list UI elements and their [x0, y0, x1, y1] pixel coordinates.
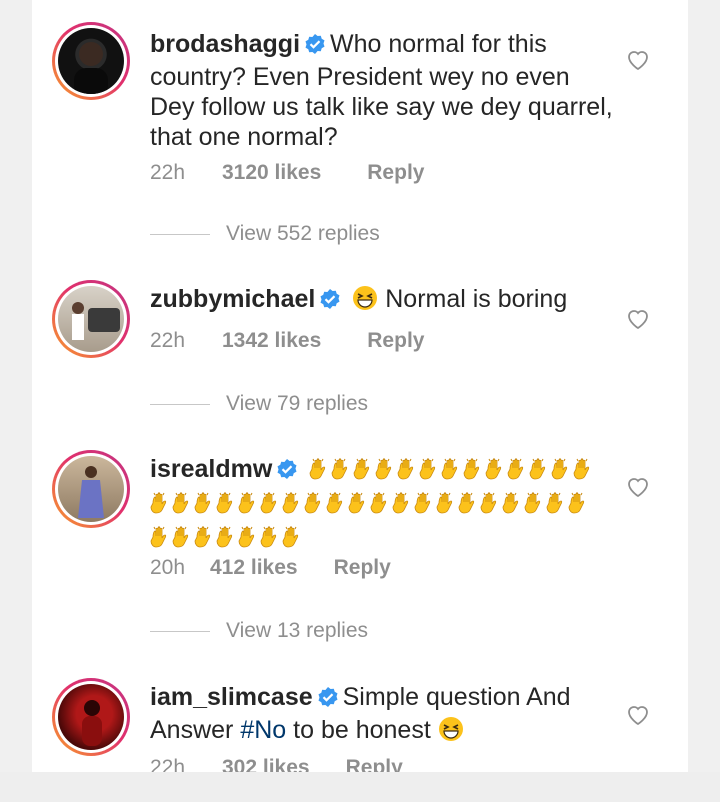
person-red-icon — [82, 700, 102, 746]
heart-icon[interactable] — [626, 49, 650, 71]
divider-line — [150, 233, 210, 235]
raising-hands-emoji-icon — [172, 525, 194, 556]
heart-icon[interactable] — [626, 476, 650, 498]
person-standing-icon — [78, 466, 104, 518]
divider-line — [150, 403, 210, 405]
raising-hands-emoji-icon — [529, 457, 551, 488]
laughing-emoji-icon — [352, 285, 378, 318]
avatar[interactable] — [52, 450, 130, 528]
raising-hands-emoji-icon — [441, 457, 463, 488]
raising-hands-emoji-icon — [282, 525, 304, 556]
raising-hands-emoji-icon — [524, 491, 546, 522]
raising-hands-emoji-icon — [150, 491, 172, 522]
raising-hands-emoji-icon — [326, 491, 348, 522]
raising-hands-emoji-icon — [282, 491, 304, 522]
username[interactable]: brodashaggi — [150, 30, 300, 58]
likes-count[interactable]: 1342 likes — [222, 329, 321, 353]
raising-hands-emoji-icon — [458, 491, 480, 522]
raising-hands-emoji-icon — [260, 525, 282, 556]
comment-text: brodashaggi Who normal for this country? … — [150, 29, 620, 152]
raising-hands-emoji-icon — [304, 491, 326, 522]
comment-text: isrealdmw — [150, 454, 610, 556]
view-replies-button[interactable]: View 552 replies — [150, 222, 380, 246]
reply-button[interactable]: Reply — [367, 329, 424, 353]
raising-hands-emoji-icon — [419, 457, 441, 488]
bottom-band — [0, 772, 720, 802]
comments-panel: brodashaggi Who normal for this country? … — [32, 0, 688, 772]
raising-hands-emoji-icon — [551, 457, 573, 488]
raising-hands-emoji-icon — [436, 491, 458, 522]
avatar[interactable] — [52, 678, 130, 756]
divider-line — [150, 630, 210, 632]
comment-meta: 22h 1342 likes Reply — [150, 329, 424, 353]
heart-icon[interactable] — [626, 308, 650, 330]
raising-hands-emoji-icon — [568, 491, 590, 522]
avatar[interactable] — [52, 280, 130, 358]
comment-body: Normal is boring — [385, 285, 568, 313]
comment-meta: 22h 3120 likes Reply — [150, 161, 424, 185]
reply-button[interactable]: Reply — [346, 756, 403, 772]
laughing-emoji-icon — [438, 716, 464, 749]
raising-hands-emoji-icon — [194, 491, 216, 522]
comment-text: zubbymichael Normal is boring — [150, 284, 620, 318]
raising-hands-emoji-icon — [370, 491, 392, 522]
raising-hands-emoji-icon — [573, 457, 595, 488]
verified-badge-icon — [304, 32, 326, 62]
raising-hands-emoji-icon — [260, 491, 282, 522]
avatar-photo — [58, 456, 124, 522]
raising-hands-emoji-icon — [150, 525, 172, 556]
raising-hands-emoji-icon — [485, 457, 507, 488]
reply-button[interactable]: Reply — [367, 161, 424, 185]
heart-icon[interactable] — [626, 704, 650, 726]
timestamp: 22h — [150, 329, 186, 352]
verified-badge-icon — [317, 685, 339, 715]
raising-hands-emoji-icon — [238, 491, 260, 522]
raising-hands-emoji-icon — [375, 457, 397, 488]
avatar-photo — [58, 684, 124, 750]
comment-meta: 20h 412 likes Reply — [150, 556, 391, 580]
timestamp: 20h — [150, 556, 186, 579]
hashtag-link[interactable]: #No — [240, 716, 286, 744]
raising-hands-emoji-icon — [502, 491, 524, 522]
username[interactable]: iam_slimcase — [150, 683, 313, 711]
raising-hands-emoji-icon — [353, 457, 375, 488]
avatar-photo — [58, 286, 124, 352]
raising-hands-emoji-icon — [348, 491, 370, 522]
verified-badge-icon — [276, 457, 298, 487]
comment-text: iam_slimcase Simple question And Answer #… — [150, 682, 620, 749]
raising-hands-emoji-icon — [480, 491, 502, 522]
person-silhouette-icon — [74, 42, 108, 94]
comment-body-end: to be honest — [293, 716, 431, 744]
raising-hands-emoji-icon — [463, 457, 485, 488]
likes-count[interactable]: 3120 likes — [222, 161, 321, 185]
view-replies-button[interactable]: View 79 replies — [150, 392, 368, 416]
raising-hands-emoji-icon — [414, 491, 436, 522]
raising-hands-emoji-icon — [309, 457, 331, 488]
raising-hands-emoji-icon — [216, 525, 238, 556]
raising-hands-emoji-icon — [546, 491, 568, 522]
raising-hands-emoji-icon — [507, 457, 529, 488]
raising-hands-emoji-icon — [216, 491, 238, 522]
avatar-photo — [58, 28, 124, 94]
verified-badge-icon — [319, 287, 341, 317]
reply-button[interactable]: Reply — [334, 556, 391, 580]
raising-hands-emoji-icon — [172, 491, 194, 522]
view-replies-button[interactable]: View 13 replies — [150, 619, 368, 643]
likes-count[interactable]: 302 likes — [222, 756, 310, 772]
raising-hands-emoji-icon — [397, 457, 419, 488]
raising-hands-emoji-icon — [194, 525, 216, 556]
raising-hands-emoji-icon — [392, 491, 414, 522]
timestamp: 22h — [150, 161, 186, 184]
raising-hands-emoji-icon — [331, 457, 353, 488]
timestamp: 22h — [150, 756, 186, 772]
person-with-car-icon — [72, 302, 120, 340]
username[interactable]: isrealdmw — [150, 455, 272, 483]
raising-hands-emoji-icon — [238, 525, 260, 556]
avatar[interactable] — [52, 22, 130, 100]
likes-count[interactable]: 412 likes — [210, 556, 298, 580]
comment-meta: 22h 302 likes Reply — [150, 756, 403, 772]
username[interactable]: zubbymichael — [150, 285, 315, 313]
